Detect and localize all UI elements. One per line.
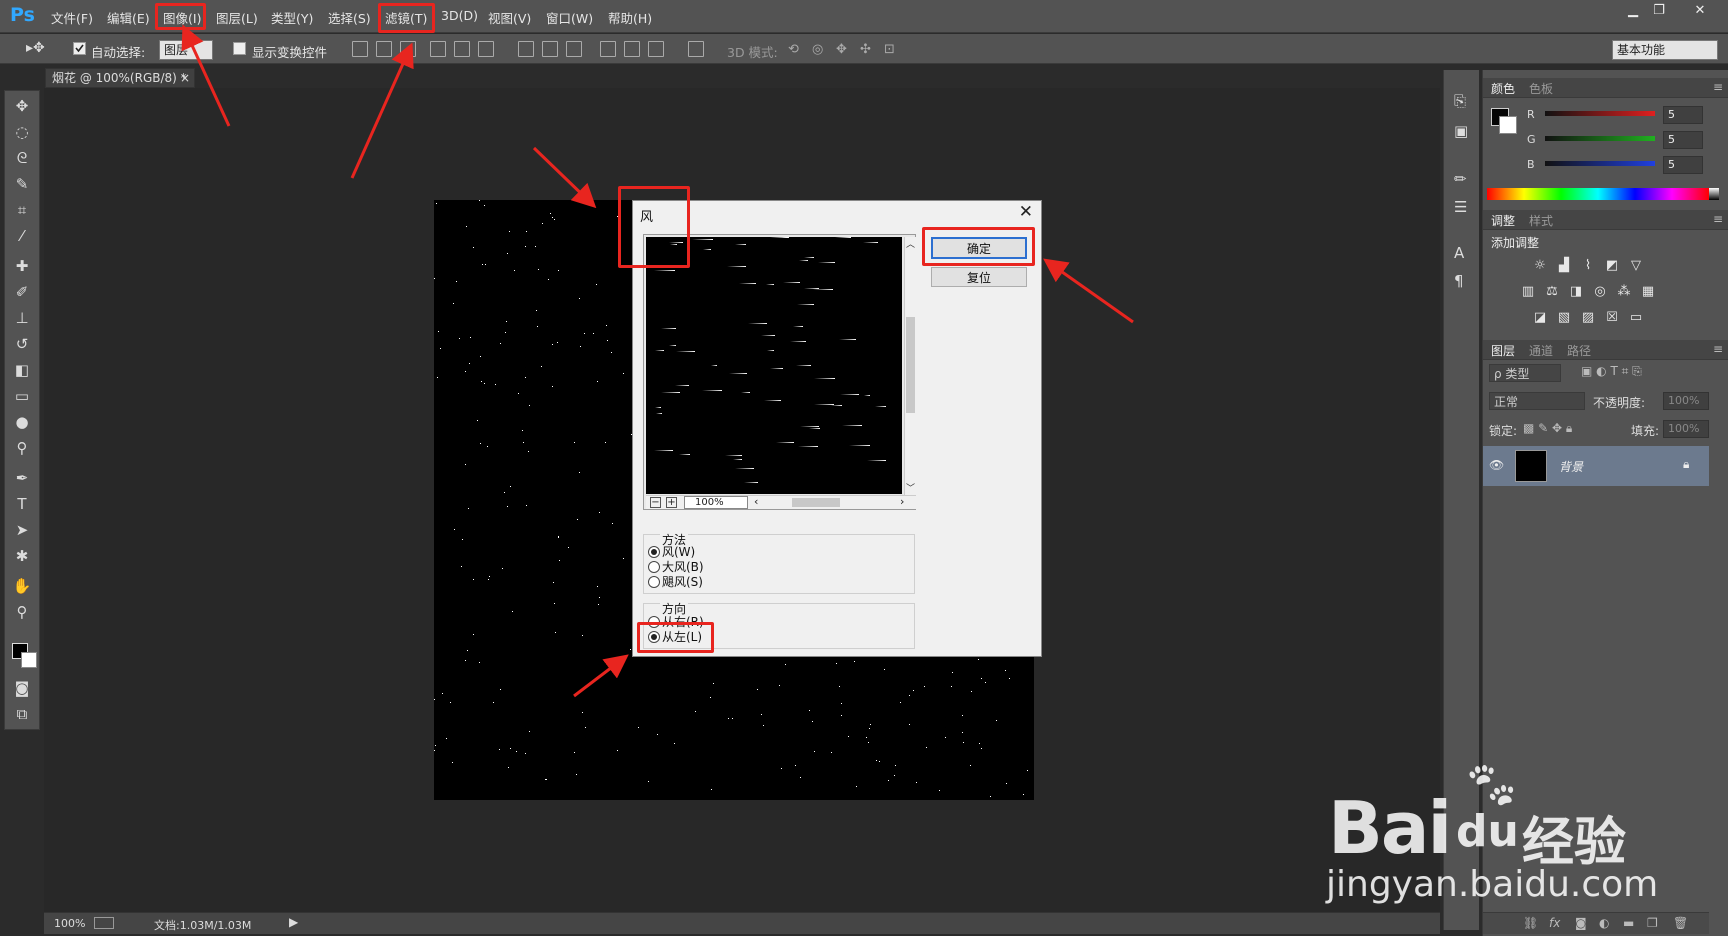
watermark-url: jingyan.baidu.com xyxy=(1326,864,1659,905)
arrow-to-image-menu xyxy=(181,24,231,127)
watermark-brand-b: du xyxy=(1456,806,1519,857)
arrow-to-ok-button xyxy=(1043,258,1134,324)
arrow-to-from-left xyxy=(573,654,629,698)
arrow-to-dialog-title xyxy=(532,146,597,209)
baidu-jingyan-watermark: Bai 🐾︎ du 经验 jingyan.baidu.com xyxy=(1320,746,1720,906)
arrow-to-filter-menu xyxy=(350,42,414,179)
watermark-brand-a: Bai xyxy=(1328,786,1452,870)
paw-icon: 🐾︎ xyxy=(1462,758,1521,812)
